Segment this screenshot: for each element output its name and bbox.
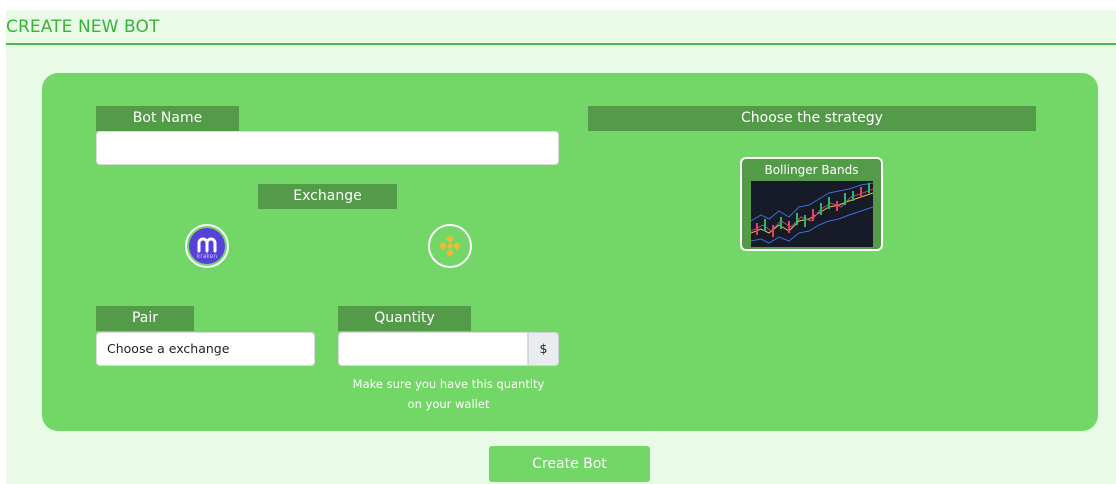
exchange-label: Exchange [258,184,397,209]
create-bot-button[interactable]: Create Bot [489,446,650,482]
quantity-label: Quantity [338,306,471,331]
currency-addon: $ [528,332,559,366]
exchange-option-binance[interactable] [428,224,472,268]
kraken-logo-icon: kraken [189,228,225,264]
pair-label: Pair [96,306,194,331]
title-divider [6,43,1116,45]
bollinger-bands-chart-icon [750,181,874,247]
quantity-help-line-1: Make sure you have this quantity [352,377,545,391]
pair-select[interactable]: Choose a exchange [96,332,315,366]
strategy-card-bollinger-bands[interactable]: Bollinger Bands [740,157,883,251]
page-title: CREATE NEW BOT [6,17,160,37]
quantity-help-line-2: on your wallet [407,397,490,411]
strategy-label: Choose the strategy [588,106,1036,131]
quantity-input[interactable] [338,332,528,366]
bot-name-label: Bot Name [96,106,239,131]
exchange-option-kraken[interactable]: kraken [185,224,229,268]
quantity-help-text: Make sure you have this quantity on your… [338,374,559,414]
binance-logo-icon [439,235,461,257]
kraken-wordmark: kraken [196,253,218,260]
bot-name-input[interactable] [96,131,559,165]
strategy-title: Bollinger Bands [764,163,859,177]
